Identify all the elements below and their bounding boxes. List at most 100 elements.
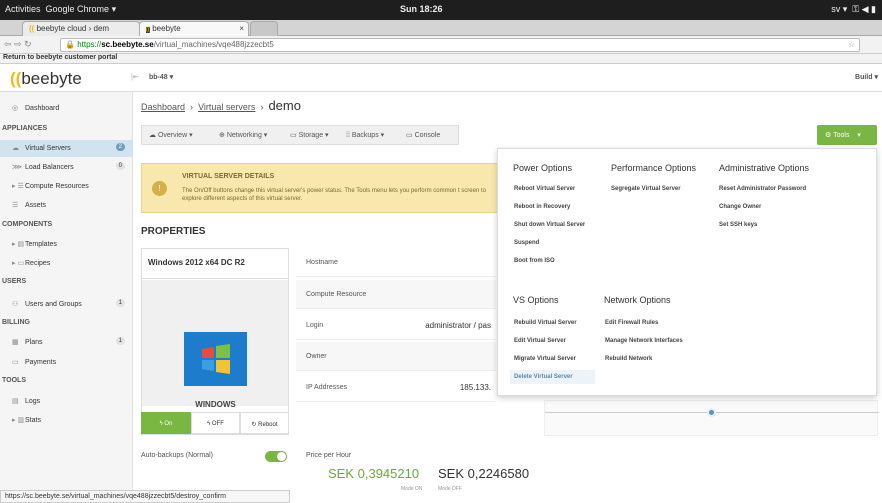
breadcrumb-dashboard[interactable]: Dashboard — [141, 102, 185, 112]
sidebar-item-payments[interactable]: ▭ Payments — [0, 354, 133, 371]
recipe-icon: ▸ ▭ — [12, 260, 25, 267]
logs-icon: ▤ — [12, 398, 19, 405]
star-icon[interactable]: ☆ — [848, 40, 855, 49]
row-ip-addresses: IP Addresses 185.133. — [296, 373, 496, 402]
menu-rebuild-network[interactable]: Rebuild Network — [605, 356, 652, 362]
chrome-app-menu[interactable]: Google Chrome ▾ — [46, 4, 117, 14]
menu-shutdown[interactable]: Shut down Virtual Server — [514, 222, 585, 228]
menu-edit-vs[interactable]: Edit Virtual Server — [514, 338, 566, 344]
sidebar-item-recipes[interactable]: ▸ ▭ Recipes — [0, 255, 133, 272]
system-menu[interactable]: sv ▾ ⚿ ◀ ▮ — [831, 4, 876, 15]
lock-icon: 🔒 — [65, 40, 75, 49]
tab-storage[interactable]: ▭ Storage ▾ — [290, 131, 329, 139]
sidebar-item-load-balancers[interactable]: ⋙ Load Balancers 0 — [0, 159, 133, 176]
section-users: USERS — [2, 278, 27, 285]
address-bar-row: ⇦ ⇨ ↻ 🔒 https://sc.beebyte.se/virtual_ma… — [0, 36, 882, 54]
menu-reboot[interactable]: Reboot Virtual Server — [514, 186, 575, 192]
collapse-sidebar-icon[interactable]: |⇤ — [131, 73, 139, 81]
section-billing: BILLING — [2, 319, 30, 326]
menu-segregate[interactable]: Segregate Virtual Server — [611, 186, 681, 192]
menu-edit-firewall[interactable]: Edit Firewall Rules — [605, 320, 658, 326]
menu-reboot-recovery[interactable]: Reboot in Recovery — [514, 204, 570, 210]
server-toolbar: ☁ Overview ▾ ⊕ Networking ▾ ▭ Storage ▾ … — [141, 125, 459, 145]
price-mode-on: SEK 0,3945210 — [328, 466, 420, 481]
count-badge: 2 — [115, 143, 125, 151]
mode-off-label: Mode OFF — [438, 486, 462, 492]
cloud-icon: ☁ — [12, 145, 19, 152]
stats-icon: ▸ ▥ — [12, 417, 25, 424]
network-options-heading: Network Options — [604, 295, 671, 305]
tab-overview[interactable]: ☁ Overview ▾ — [149, 131, 193, 139]
bookmark-link[interactable]: Return to beebyte customer portal — [3, 54, 117, 61]
menu-manage-interfaces[interactable]: Manage Network Interfaces — [605, 338, 683, 344]
sidebar-item-templates[interactable]: ▸ ▤ Templates — [0, 236, 133, 253]
back-icon: ⇦ — [4, 39, 12, 49]
new-tab-button[interactable] — [250, 21, 278, 36]
menu-ssh-keys[interactable]: Set SSH keys — [719, 222, 757, 228]
breadcrumb-separator: › — [260, 102, 264, 112]
resource-slider[interactable] — [544, 400, 879, 436]
sidebar-item-dashboard[interactable]: ◎ Dashboard — [0, 100, 133, 117]
price-mode-off: SEK 0,2246580 — [438, 466, 530, 481]
menu-reset-password[interactable]: Reset Administrator Password — [719, 186, 806, 192]
power-off-button[interactable]: ϟ OFF — [191, 412, 240, 434]
breadcrumb-virtual-servers[interactable]: Virtual servers — [198, 102, 255, 112]
sidebar-item-logs[interactable]: ▤ Logs — [0, 393, 133, 410]
slider-handle[interactable] — [707, 408, 716, 417]
bolt-icon: ϟ — [207, 421, 211, 427]
page-title: demo — [268, 98, 301, 113]
tools-dropdown-menu: Power Options Reboot Virtual Server Rebo… — [497, 148, 877, 396]
info-icon: ! — [152, 181, 167, 196]
bolt-icon: ϟ — [159, 421, 163, 427]
network-icon: ⊕ — [219, 132, 225, 139]
sidebar-item-users-groups[interactable]: ⚇ Users and Groups 1 — [0, 296, 133, 313]
tab-favicon-icon: (( — [146, 27, 150, 33]
plan-icon: ▦ — [12, 339, 19, 346]
breadcrumb-separator: › — [190, 102, 194, 112]
template-icon: ▸ ▤ — [12, 241, 25, 248]
url-field[interactable]: 🔒 https://sc.beebyte.se/virtual_machines… — [60, 38, 860, 52]
menu-change-owner[interactable]: Change Owner — [719, 204, 761, 210]
users-icon: ⚇ — [12, 301, 19, 308]
app-logo[interactable]: ((beebyte — [0, 64, 125, 92]
menu-suspend[interactable]: Suspend — [514, 240, 539, 246]
windows-logo-icon — [184, 332, 247, 386]
tab-networking[interactable]: ⊕ Networking ▾ — [219, 131, 267, 139]
properties-heading: PROPERTIES — [141, 226, 206, 237]
price-per-hour-label: Price per Hour — [306, 452, 352, 459]
sidebar-item-stats[interactable]: ▸ ▥ Stats — [0, 412, 133, 429]
section-tools: TOOLS — [2, 377, 26, 384]
build-menu[interactable]: Build ▾ — [855, 73, 878, 81]
menu-migrate-vs[interactable]: Migrate Virtual Server — [514, 356, 576, 362]
storage-icon: ▭ — [290, 132, 297, 139]
gear-icon: ⚙ — [825, 132, 832, 139]
server-selector[interactable]: bb-48 ▾ — [149, 73, 173, 81]
wallet-icon: ▭ — [12, 359, 19, 366]
tab-beebyte-cloud[interactable]: (( beebyte cloud › dem — [22, 21, 140, 36]
clock[interactable]: Sun 18:26 — [400, 4, 443, 14]
notice-title: VIRTUAL SERVER DETAILS — [182, 173, 275, 180]
auto-backups-toggle[interactable] — [265, 451, 287, 462]
sidebar-item-plans[interactable]: ▦ Plans 1 — [0, 334, 133, 351]
close-icon[interactable]: × — [239, 24, 244, 33]
sidebar-item-virtual-servers[interactable]: ☁ Virtual Servers 2 — [0, 140, 133, 157]
os-label: WINDOWS — [195, 400, 236, 409]
gnome-top-bar: Activities Google Chrome ▾ Sun 18:26 sv … — [0, 0, 882, 20]
os-name: Windows 2012 x64 DC R2 — [142, 249, 288, 279]
nav-buttons[interactable]: ⇦ ⇨ ↻ — [4, 39, 32, 50]
menu-delete-vs[interactable]: Delete Virtual Server — [510, 370, 595, 384]
section-components: COMPONENTS — [2, 221, 53, 228]
sidebar-item-assets[interactable]: ☰ Assets — [0, 197, 133, 214]
tools-button[interactable]: ⚙ Tools ▾ — [817, 125, 877, 145]
tab-console[interactable]: ▭ Console — [406, 131, 440, 139]
forward-icon: ⇨ — [14, 39, 22, 49]
tab-beebyte[interactable]: (( beebyte × — [139, 21, 249, 36]
reload-icon: ↻ — [24, 39, 32, 49]
activities-button[interactable]: Activities Google Chrome ▾ — [5, 4, 116, 15]
tab-backups[interactable]: ⁞⁞ Backups ▾ — [346, 131, 384, 139]
reboot-button[interactable]: ↻ Reboot — [240, 412, 289, 434]
menu-boot-iso[interactable]: Boot from ISO — [514, 258, 555, 264]
power-on-button[interactable]: ϟ On — [141, 412, 191, 434]
sidebar-item-compute-resources[interactable]: ▸ ☰ Compute Resources — [0, 178, 133, 195]
menu-rebuild-vs[interactable]: Rebuild Virtual Server — [514, 320, 577, 326]
